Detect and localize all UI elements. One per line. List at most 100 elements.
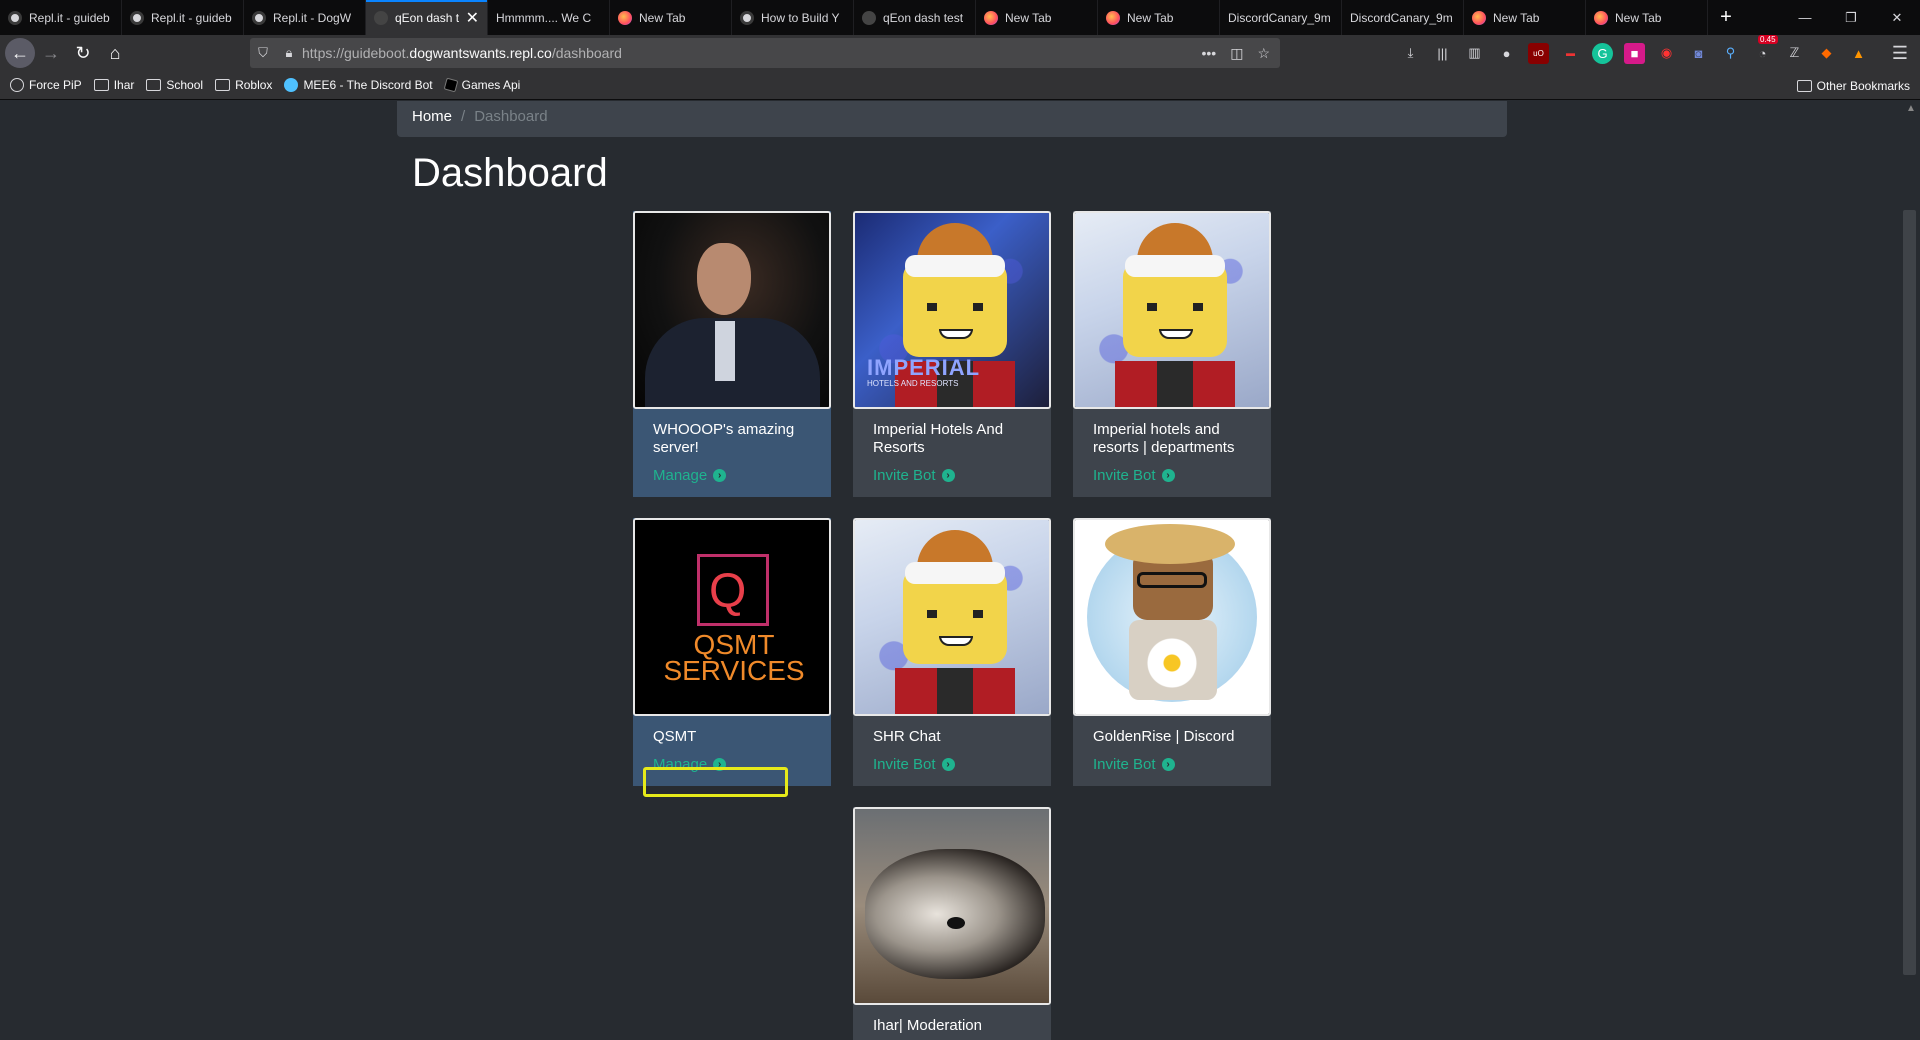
forward-button[interactable]: → [35, 37, 67, 69]
server-card-body: Ihar| ModerationInvite Bot› [853, 1005, 1051, 1040]
roblox-icon [443, 77, 458, 93]
server-card-body: GoldenRise | Discord Invite Bot › [1073, 716, 1271, 786]
extension-fox-icon[interactable]: ▲ [1848, 43, 1869, 64]
bookmark-item[interactable]: School [146, 78, 203, 92]
manage-server-link[interactable]: Manage › [653, 467, 727, 484]
restore-button[interactable]: ❐ [1828, 0, 1874, 35]
firefox-favicon-icon [618, 10, 632, 25]
invite-bot-link[interactable]: Invite Bot › [873, 756, 955, 773]
breadcrumb-home-link[interactable]: Home [412, 108, 452, 125]
avatar-mouth [1159, 329, 1193, 339]
server-icon-avatar-girl [1075, 520, 1269, 714]
browser-tab[interactable]: New Tab [1098, 0, 1220, 35]
downloads-icon[interactable]: ⤓ [1400, 43, 1421, 64]
avatar-mouth [939, 636, 973, 646]
tab-title: New Tab [639, 10, 686, 25]
dark-favicon-icon [862, 10, 876, 25]
close-window-button[interactable]: ✕ [1874, 0, 1920, 35]
server-name: Ihar| Moderation [873, 1017, 982, 1034]
screenshot-icon[interactable]: ◉ [1656, 43, 1677, 64]
browser-tab[interactable]: New Tab [1464, 0, 1586, 35]
browser-tab[interactable]: DiscordCanary_9m [1342, 0, 1464, 35]
extensions-toolbar: ⤓ ||| ▥ ● uO ▬ G ■ ◉ ◙ ⚲ ◔ 0.45 ℤ ◆ ▲ [1400, 34, 1869, 71]
server-icon [633, 211, 831, 409]
browser-tab[interactable]: Hmmmm.... We C [488, 0, 610, 35]
discord-icon[interactable]: ◙ [1688, 43, 1709, 64]
scrollbar-thumb[interactable] [1903, 210, 1916, 975]
invite-bot-link[interactable]: Invite Bot › [1093, 467, 1175, 484]
url-bar[interactable]: ⛉ 🔒︎ https://guideboot.dogwantswants.rep… [250, 38, 1280, 68]
bookmark-item[interactable]: MEE6 - The Discord Bot [284, 78, 433, 92]
tab-title: DiscordCanary_9m [1228, 10, 1331, 25]
imperial-logo-subtext: HOTELS AND RESORTS [867, 379, 959, 388]
bookmark-star-icon[interactable]: ☆ [1257, 45, 1270, 62]
avatar-cap [905, 255, 1005, 277]
browser-tab[interactable]: qEon dash t ✕ [366, 0, 488, 35]
window-controls: — ❐ ✕ [1782, 0, 1920, 35]
firefox-favicon-icon [1472, 10, 1486, 25]
bookmark-item[interactable]: Roblox [215, 78, 272, 92]
browser-tab[interactable]: Repl.it - guideb [0, 0, 122, 35]
dog-nose [947, 917, 965, 929]
scroll-up-arrow-icon[interactable]: ▲ [1906, 103, 1916, 114]
home-button[interactable]: ⌂ [99, 37, 131, 69]
bookmark-item[interactable]: Games Api [443, 77, 521, 93]
browser-tab[interactable]: New Tab [1586, 0, 1708, 35]
sidebar-icon[interactable]: ▥ [1464, 43, 1485, 64]
timer-icon[interactable]: ◔ 0.45 [1752, 34, 1778, 64]
replit-favicon-icon [252, 10, 266, 25]
lock-icon[interactable]: 🔒︎ [276, 45, 302, 61]
browser-tab[interactable]: qEon dash test [854, 0, 976, 35]
extension-fire-icon[interactable]: ◆ [1816, 43, 1837, 64]
invite-bot-link[interactable]: Invite Bot › [873, 467, 955, 484]
server-icon [1073, 518, 1271, 716]
browser-tab[interactable]: Repl.it - DogW [244, 0, 366, 35]
url-text[interactable]: https://guideboot.dogwantswants.repl.co/… [302, 45, 622, 61]
new-tab-button[interactable]: + [1708, 0, 1744, 35]
forward-arrow-icon: → [42, 42, 60, 63]
page-actions-icon[interactable]: ••• [1201, 45, 1216, 61]
menu-icon[interactable]: ☰ [1892, 35, 1908, 71]
extension-gray-icon[interactable]: ℤ [1784, 43, 1805, 64]
browser-tab[interactable]: How to Build Y [732, 0, 854, 35]
url-prefix: https://guideboot. [302, 45, 410, 61]
reload-button[interactable]: ↻ [67, 37, 99, 69]
qsmt-logo-letter: Q [709, 565, 747, 618]
portrait-head [697, 243, 751, 315]
server-card-body: WHOOOP's amazing server! Manage › [633, 409, 831, 497]
library-icon[interactable]: ||| [1432, 43, 1453, 64]
bookmark-list: Force PiP Ihar School Roblox MEE6 - The Disc… [10, 77, 532, 93]
ublock-icon[interactable]: uO [1528, 42, 1549, 64]
other-bookmarks-folder[interactable]: Other Bookmarks [1796, 71, 1910, 100]
bookmark-item[interactable]: Force PiP [10, 78, 82, 92]
tab-strip: Repl.it - guideb Repl.it - guideb Repl.it … [0, 0, 1920, 35]
bookmark-label: Games Api [461, 78, 521, 92]
search-icon[interactable]: ⚲ [1720, 43, 1741, 64]
server-card-body: SHR Chat Invite Bot › [853, 716, 1051, 786]
invite-bot-link[interactable]: Invite Bot › [1093, 756, 1175, 773]
replit-favicon-icon [130, 10, 144, 25]
server-icon-roblox-avatar: IMPERIAL HOTELS AND RESORTS [855, 213, 1049, 407]
close-tab-icon[interactable]: ✕ [466, 8, 479, 28]
qsmt-logo-line2: SERVICES [663, 655, 805, 686]
browser-tab[interactable]: Repl.it - guideb [122, 0, 244, 35]
navigation-toolbar: ← → ↻ ⌂ ⛉ 🔒︎ https://guideboot.dogwantsw… [0, 34, 1920, 71]
link-label: Invite Bot [873, 467, 936, 484]
extension-red-icon[interactable]: ▬ [1560, 43, 1581, 64]
chevron-right-circle-icon: › [1161, 469, 1175, 482]
back-button[interactable]: ← [5, 38, 35, 68]
shield-icon[interactable]: ⛉ [250, 45, 276, 61]
minimize-button[interactable]: — [1782, 0, 1828, 35]
replit-favicon-icon [8, 10, 22, 25]
server-card: Ihar| ModerationInvite Bot› [853, 807, 1051, 1040]
browser-tab[interactable]: New Tab [976, 0, 1098, 35]
pocket-icon[interactable]: ◫ [1230, 45, 1243, 62]
browser-tab[interactable]: New Tab [610, 0, 732, 35]
browser-tab[interactable]: DiscordCanary_9m [1220, 0, 1342, 35]
account-icon[interactable]: ● [1496, 43, 1517, 64]
bookmark-item[interactable]: Ihar [93, 78, 134, 92]
folder-icon [146, 79, 162, 91]
server-name: WHOOOP's amazing server! [653, 421, 795, 456]
extension-pink-icon[interactable]: ■ [1624, 42, 1645, 64]
grammarly-icon[interactable]: G [1592, 42, 1613, 64]
